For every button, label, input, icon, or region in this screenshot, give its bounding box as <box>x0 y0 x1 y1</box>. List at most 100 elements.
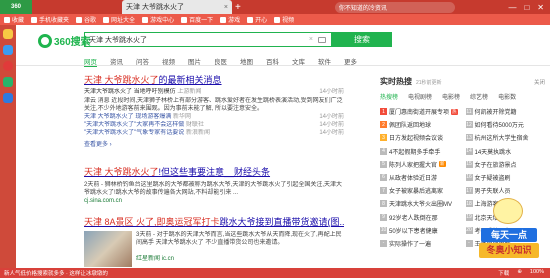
hot-item[interactable]: 12 如何看待5000万元 <box>465 120 546 129</box>
result-snippet: 2天前 - 狮林桥钓鱼台这里跳水的大爷都被称为跳水大爷,天津的大爷跳水火了引起全… <box>84 182 343 196</box>
bookmark-item[interactable]: 游戏 <box>220 15 240 24</box>
hot-rank: 8 <box>380 200 387 208</box>
news-sublink[interactable]: "天津大爷跳水火了"气象专家有话要说 新浪新闻 14小时前 <box>84 129 344 137</box>
news-source: 上游新闻 <box>177 89 202 95</box>
search-button[interactable]: 搜索 <box>332 32 392 47</box>
record-icon[interactable] <box>3 61 13 71</box>
video-icon <box>274 16 281 23</box>
hot-rank: 16 <box>465 173 473 181</box>
winter-olympics-widget[interactable]: 每天一点 冬奥小知识 <box>479 198 539 266</box>
hot-item[interactable]: 15 女子在旅游景点 <box>465 160 546 169</box>
hot-tab[interactable]: 电影榜 <box>442 92 460 101</box>
more-link[interactable]: 查看更多 › <box>84 139 344 148</box>
hot-item[interactable]: - 实际操作了一遍 <box>380 239 460 248</box>
close-window-icon[interactable]: ✕ <box>537 3 544 12</box>
bookmark-item[interactable]: 网址大全 <box>103 15 135 24</box>
weibo-icon[interactable] <box>3 45 13 55</box>
hot-item[interactable]: 13 杭州这所大学生宿舍 <box>465 133 546 143</box>
hot-item-text: 女子在旅游景点 <box>474 162 517 169</box>
logo-circle-icon <box>38 33 52 48</box>
widget-line2: 冬奥小知识 <box>479 243 539 258</box>
tab-title: 天津 大爷跳水火了 <box>126 4 184 11</box>
extension-icon[interactable]: ⊕ <box>517 269 522 277</box>
hot-item[interactable]: 3 日方发起视频会议谈 <box>380 133 460 142</box>
clear-icon[interactable]: × <box>309 36 313 43</box>
hot-rank: 9 <box>380 213 387 221</box>
new-tab-button[interactable]: + <box>235 2 241 13</box>
search-input[interactable]: 天津 大爷跳水火了 × <box>84 32 332 47</box>
browser-search-input[interactable]: 你不知道的冷资讯 <box>334 1 455 13</box>
hot-item-text: 厦门惠南街道开展专项 <box>389 110 450 116</box>
status-tools: 下载 ⊕ 100% <box>498 269 550 277</box>
hot-tab[interactable]: 电视剧榜 <box>408 92 432 101</box>
zoom-level[interactable]: 100% <box>530 269 544 277</box>
hot-item-text: 陈列人家把握大官 <box>389 162 438 169</box>
doc-icon[interactable] <box>3 93 13 103</box>
hot-rank: 13 <box>465 134 473 142</box>
result-item: 天津 大爷跳水火了!但这些事要注意__财经头条 2天前 - 狮林桥钓鱼台这里跳水… <box>84 165 344 205</box>
hot-item-text: 50岁以下患者健康 <box>389 228 438 235</box>
news-headline[interactable]: 天津大爷跳水火了 当地呼吁别模仿 上游新闻 14小时前 <box>84 88 344 96</box>
hot-item[interactable]: 11 何凯被开除党籍 <box>465 107 546 116</box>
favorites-icon[interactable] <box>3 29 13 39</box>
result-item: 天津 8A景区 火了,即奥运冠军打卡跳水大爷接到直播带货邀请(图... 3天前 … <box>84 215 344 268</box>
game-icon <box>142 16 149 23</box>
hot-item[interactable]: 6 从政者体验近日游 <box>380 173 460 182</box>
hot-item[interactable]: 2 佩团队返回地球 <box>380 120 460 129</box>
hot-item[interactable]: 10 50岁以下患者健康 <box>380 226 460 235</box>
bookmark-item[interactable]: 游戏中心 <box>142 15 174 24</box>
bookmarks-bar: 收藏 手机收藏夹 谷歌 网址大全 游戏中心 百度一下 游戏 开心 视频 <box>0 14 550 25</box>
result-url[interactable]: 红星新闻 ic.cn <box>136 255 344 263</box>
hot-item[interactable]: 16 女子疑被盗刷 <box>465 173 546 182</box>
hot-tab[interactable]: 综艺榜 <box>470 92 488 101</box>
site-logo[interactable]: 360搜索 <box>38 33 91 48</box>
hot-item[interactable]: 7 女子被家暴后逃离家 <box>380 186 460 195</box>
result-title[interactable]: 天津 大爷跳水火了!但这些事要注意__财经头条 <box>84 165 344 178</box>
game-icon <box>220 16 227 23</box>
result-title[interactable]: 天津 8A景区 火了,即奥运冠军打卡跳水大爷接到直播带货邀请(图... <box>84 215 344 228</box>
hot-item-text: 实际操作了一遍 <box>389 241 432 248</box>
browser-tab-active[interactable]: 天津 大爷跳水火了 × <box>122 0 232 14</box>
result-url[interactable]: cj.sina.com.cn <box>84 197 344 205</box>
news-sublink[interactable]: 天津 大爷跳水火了 现场游客爆满 新华网 14小时前 <box>84 113 344 121</box>
hot-item-text: 4不起假期多手牵手 <box>389 149 441 156</box>
hot-item-text: 杭州这所大学生宿舍 <box>474 136 529 143</box>
wechat-icon[interactable] <box>3 77 13 87</box>
hot-item[interactable]: 14 14天莫执跳水 <box>465 147 546 156</box>
minimize-icon[interactable]: — <box>508 3 516 12</box>
hot-tab[interactable]: 热搜榜 <box>380 92 398 101</box>
bookmark-item[interactable]: 开心 <box>247 15 267 24</box>
hot-item-text: 何凯被开除党籍 <box>474 110 517 116</box>
hot-item[interactable]: 5 陈列人家把握大官新 <box>380 160 460 169</box>
hot-item[interactable]: 17 男子失联人员 <box>465 186 546 195</box>
tab-close-icon[interactable]: × <box>224 4 228 11</box>
hot-item[interactable]: 9 92岁老人跌倒在那 <box>380 213 460 222</box>
divider <box>16 65 550 66</box>
bookmark-item[interactable]: 收藏 <box>4 15 24 24</box>
news-time: 14小时前 <box>319 89 344 95</box>
left-sidebar <box>0 25 16 268</box>
baidu-icon <box>181 16 188 23</box>
hot-item[interactable]: 1 厦门惠南街道开展专项热 <box>380 107 460 116</box>
browser-logo[interactable]: 360 <box>0 0 32 14</box>
download-button[interactable]: 下载 <box>498 269 509 277</box>
bookmark-item[interactable]: 视频 <box>274 15 294 24</box>
hot-close-button[interactable]: 关闭 <box>534 78 545 86</box>
hot-item[interactable]: 8 天津跳水大爷火出圈MV <box>380 199 460 208</box>
result-thumbnail[interactable] <box>84 231 132 267</box>
widget-line1: 每天一点 <box>481 228 537 242</box>
result-title[interactable]: 天津 大爷跳水火了的最新相关消息 <box>84 73 344 86</box>
hot-tab[interactable]: 电影数 <box>498 92 516 101</box>
result-snippet: 津云 消息 近段时间,天津狮子林桥上有部分游客、跳水爱好者在发生跳桥表演活动,受… <box>84 98 343 112</box>
bookmark-item[interactable]: 谷歌 <box>76 15 96 24</box>
maximize-icon[interactable]: □ <box>524 3 529 12</box>
bookmark-item[interactable]: 百度一下 <box>181 15 213 24</box>
bookmark-item[interactable]: 手机收藏夹 <box>31 15 69 24</box>
globe-icon <box>103 16 110 23</box>
hot-item[interactable]: 4 4不起假期多手牵手 <box>380 147 460 156</box>
search-results-page: 360搜索 天津 大爷跳水火了 × 搜索 网页 资讯 问答 视频 图片 良医 地… <box>16 25 550 268</box>
mascot-face-icon <box>493 198 523 224</box>
star-icon <box>4 16 10 23</box>
camera-icon[interactable] <box>318 36 326 43</box>
news-sublink[interactable]: "天津大爷跳水火了"大家再不会这样做 财联社 14小时前 <box>84 121 344 129</box>
